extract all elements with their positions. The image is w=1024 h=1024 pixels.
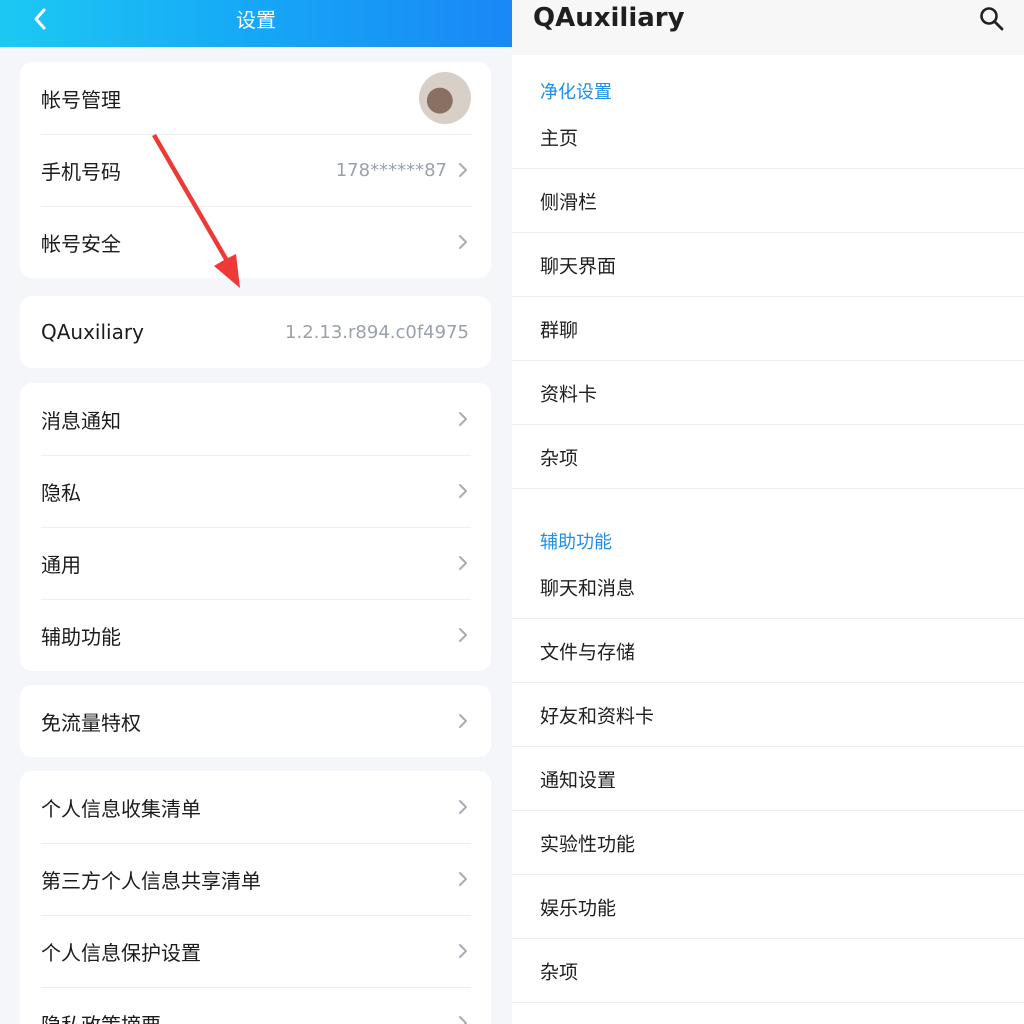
settings-row-data-free[interactable]: 免流量特权 [20, 685, 491, 757]
chevron-right-icon [457, 942, 469, 960]
list-item-home[interactable]: 主页 [512, 105, 1024, 169]
account-security-label: 帐号安全 [41, 231, 121, 256]
section-title-assist: 辅助功能 [540, 532, 612, 553]
list-item-label: 侧滑栏 [540, 191, 598, 214]
settings-row-label: 通用 [41, 552, 81, 577]
chevron-right-icon [457, 712, 469, 730]
list-item-entertainment[interactable]: 娱乐功能 [512, 875, 1024, 939]
chevron-right-icon [457, 410, 469, 428]
qauxiliary-label: QAuxiliary [41, 320, 144, 344]
page-title: 设置 [236, 8, 276, 32]
phone-row[interactable]: 手机号码 178******87 [20, 134, 491, 206]
settings-row-label: 免流量特权 [41, 710, 141, 735]
app-title: QAuxiliary [533, 3, 685, 33]
divider [512, 488, 1024, 489]
chevron-right-icon [457, 870, 469, 888]
settings-row-privacy[interactable]: 隐私 [20, 455, 491, 527]
list-item-label: 群聊 [540, 319, 579, 342]
qauxiliary-row[interactable]: QAuxiliary 1.2.13.r894.c0f4975 [20, 296, 491, 368]
settings-row-accessibility[interactable]: 辅助功能 [20, 599, 491, 671]
list-item-friends-profile[interactable]: 好友和资料卡 [512, 683, 1024, 747]
settings-row-label: 辅助功能 [41, 624, 121, 649]
list-item-label: 文件与存储 [540, 641, 636, 664]
settings-row-label: 消息通知 [41, 408, 121, 433]
list-item-label: 娱乐功能 [540, 897, 617, 920]
settings-row-privacy-policy-summary[interactable]: 隐私政策摘要 [20, 987, 491, 1024]
list-item-chat-ui[interactable]: 聊天界面 [512, 233, 1024, 297]
chevron-right-icon [457, 233, 469, 251]
list-item-label: 聊天和消息 [540, 577, 636, 600]
list-item-misc[interactable]: 杂项 [512, 425, 1024, 489]
module-card: QAuxiliary 1.2.13.r894.c0f4975 [20, 296, 491, 368]
data-free-card: 免流量特权 [20, 685, 491, 757]
settings-row-info-protection[interactable]: 个人信息保护设置 [20, 915, 491, 987]
settings-row-general[interactable]: 通用 [20, 527, 491, 599]
account-manage-row[interactable]: 帐号管理 [20, 62, 491, 134]
chevron-right-icon [457, 1014, 469, 1024]
chevron-right-icon [457, 798, 469, 816]
settings-row-info-collection[interactable]: 个人信息收集清单 [20, 771, 491, 843]
settings-header: 设置 [0, 0, 512, 47]
chevron-right-icon [457, 554, 469, 572]
qauxiliary-screen: QAuxiliary 净化设置 主页 侧滑栏 聊天界面 群聊 资料卡 杂项 辅助… [512, 0, 1024, 1024]
list-item-label: 杂项 [540, 447, 579, 470]
settings-row-label: 个人信息保护设置 [41, 940, 201, 965]
account-security-row[interactable]: 帐号安全 [20, 206, 491, 278]
list-item-label: 聊天界面 [540, 255, 617, 278]
list-item-profile-card[interactable]: 资料卡 [512, 361, 1024, 425]
account-manage-label: 帐号管理 [41, 87, 121, 112]
chevron-right-icon [457, 482, 469, 500]
list-item-sidebar[interactable]: 侧滑栏 [512, 169, 1024, 233]
general-settings-card: 消息通知 隐私 通用 辅助功能 [20, 383, 491, 671]
qauxiliary-header: QAuxiliary [512, 0, 1024, 55]
list-item-label: 资料卡 [540, 383, 598, 406]
settings-row-label: 隐私 [41, 480, 81, 505]
phone-value: 178******87 [335, 159, 447, 181]
settings-row-label: 个人信息收集清单 [41, 796, 201, 821]
chevron-right-icon [457, 626, 469, 644]
avatar[interactable] [419, 72, 471, 124]
search-icon[interactable] [978, 5, 1006, 33]
list-item-label: 好友和资料卡 [540, 705, 655, 728]
list-item-label: 主页 [540, 127, 579, 150]
account-card: 帐号管理 手机号码 178******87 帐号安全 [20, 62, 491, 278]
settings-row-third-party-sharing[interactable]: 第三方个人信息共享清单 [20, 843, 491, 915]
red-arrow-annotation [152, 134, 240, 288]
list-item-files-storage[interactable]: 文件与存储 [512, 619, 1024, 683]
list-item-chat-messages[interactable]: 聊天和消息 [512, 555, 1024, 619]
divider [512, 1002, 1024, 1003]
chevron-right-icon [457, 161, 469, 179]
list-item-label: 实验性功能 [540, 833, 636, 856]
list-item-group-chat[interactable]: 群聊 [512, 297, 1024, 361]
section-title-cleanup: 净化设置 [540, 82, 612, 103]
list-item-misc-2[interactable]: 杂项 [512, 939, 1024, 1003]
list-item-label: 通知设置 [540, 769, 617, 792]
list-item-experimental[interactable]: 实验性功能 [512, 811, 1024, 875]
settings-screen: 设置 帐号管理 手机号码 178******87 帐号安全 QAuxiliary… [0, 0, 512, 1024]
list-item-notification-settings[interactable]: 通知设置 [512, 747, 1024, 811]
personal-info-card: 个人信息收集清单 第三方个人信息共享清单 个人信息保护设置 隐私政策摘要 [20, 771, 491, 1024]
qauxiliary-version: 1.2.13.r894.c0f4975 [285, 321, 469, 343]
list-item-label: 杂项 [540, 961, 579, 984]
settings-row-notifications[interactable]: 消息通知 [20, 383, 491, 455]
settings-row-label: 第三方个人信息共享清单 [41, 868, 261, 893]
settings-row-label: 隐私政策摘要 [41, 1009, 457, 1024]
